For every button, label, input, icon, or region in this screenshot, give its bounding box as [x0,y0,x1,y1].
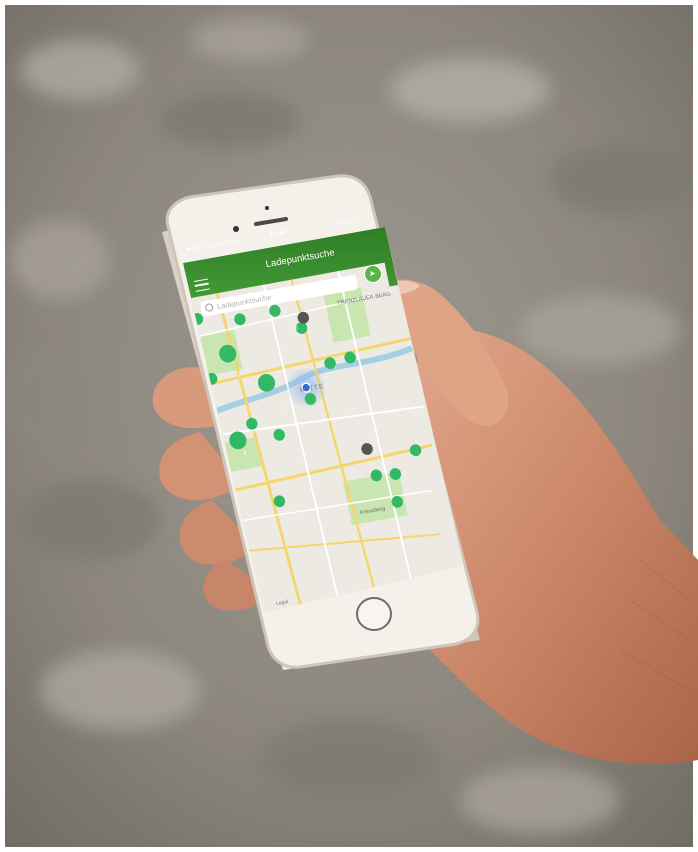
status-time: 10:38 [268,228,287,239]
navigation-arrow-icon: ➤ [369,269,376,278]
battery-label: ↗ 90 % [332,217,355,229]
photo-hand-holding-phone [0,0,698,852]
locate-button[interactable]: ➤ [364,265,382,283]
magnifier-icon [204,302,214,313]
photo-stage: ●●○○○ o2-de LTE 10:38 ↗ 90 % Ladepunktsu… [0,0,698,852]
cluster-count[interactable]: 7 [238,373,241,379]
cluster-count[interactable]: 7 [280,408,283,414]
cluster-count[interactable]: 3 [209,330,212,336]
cluster-count[interactable]: 3 [243,451,246,457]
cluster-count[interactable]: 6 [295,326,298,332]
